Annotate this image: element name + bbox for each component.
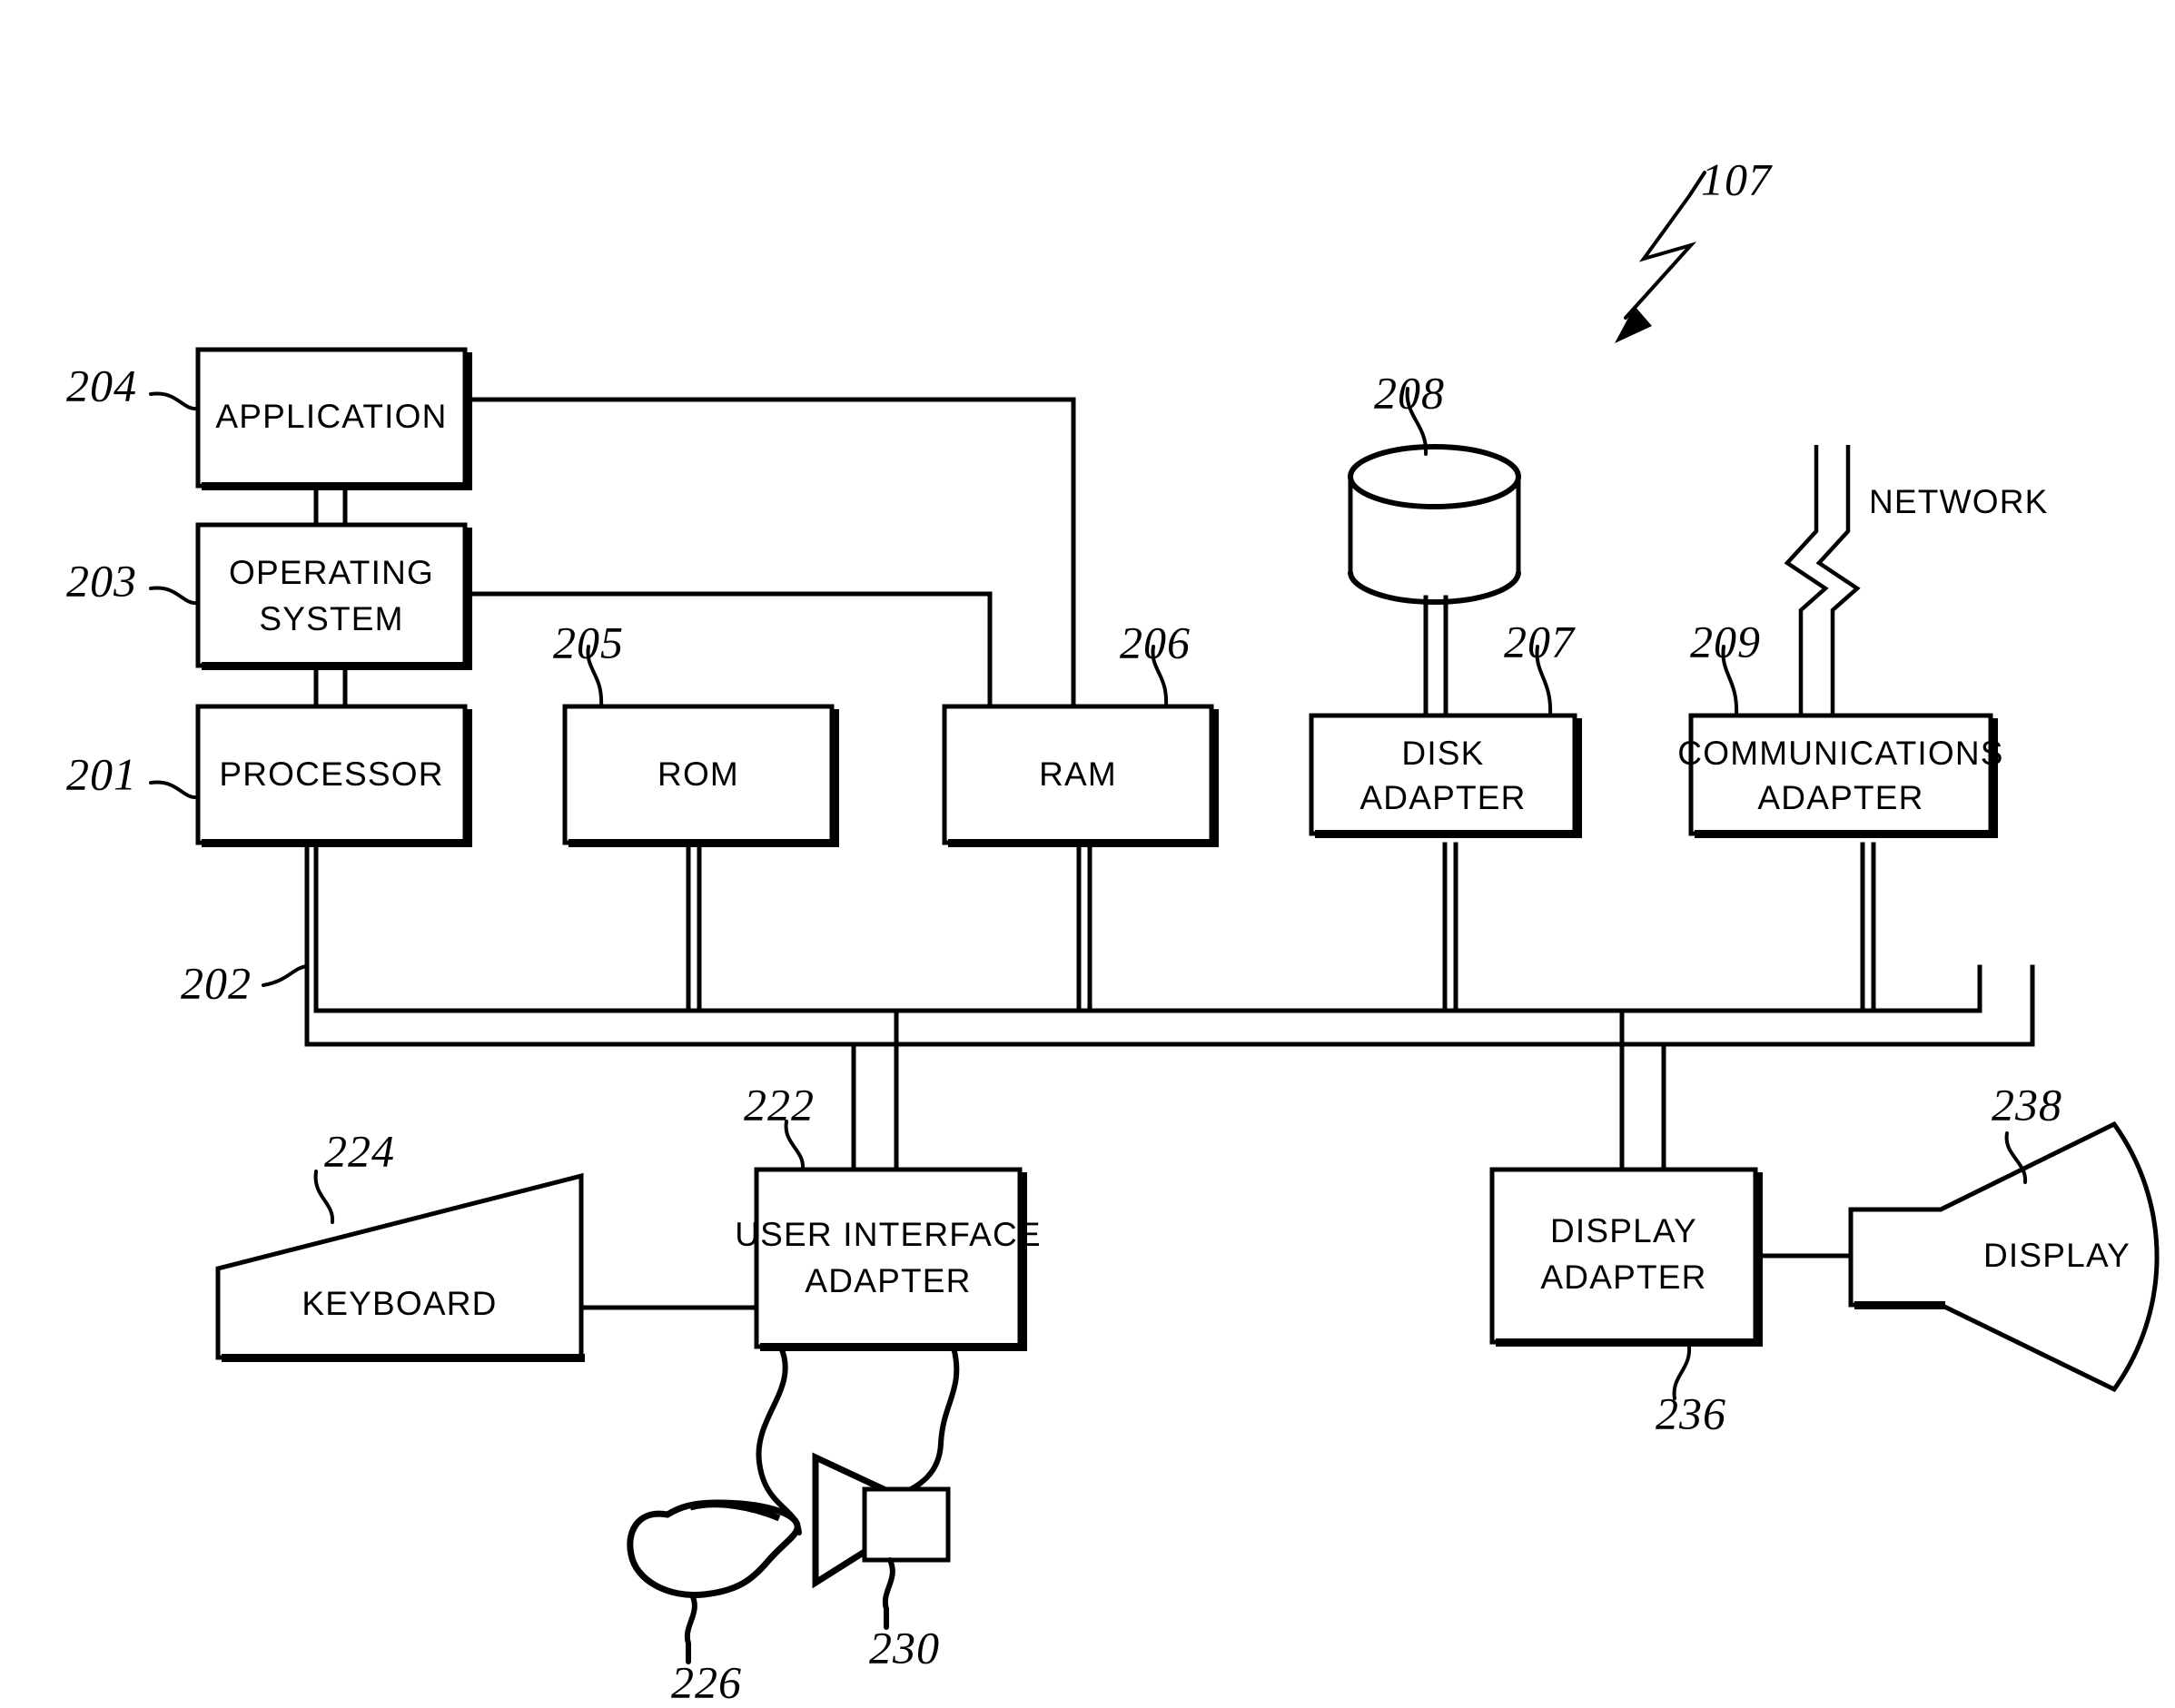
ref-202: 202	[181, 957, 252, 1008]
block-diagram-svg: NETWORK APPLICATION OPERATING SYSTEM PRO…	[66, 153, 2160, 1707]
operating-system-block[interactable]	[195, 522, 468, 668]
operating-system-label-line2: SYSTEM	[259, 600, 403, 637]
speaker-symbol-group	[812, 1345, 960, 1630]
ref-226: 226	[671, 1656, 742, 1707]
system-bus	[304, 964, 2035, 1047]
keyboard-label: KEYBOARD	[302, 1285, 497, 1322]
bus-drop-lines	[304, 842, 1876, 1047]
bus-down-lines	[851, 1008, 1666, 1183]
disk-adapter-label-line2: ADAPTER	[1359, 779, 1526, 816]
ref-236: 236	[1656, 1387, 1726, 1438]
os-ram-wire	[462, 591, 993, 709]
user-interface-adapter-block-group	[754, 1167, 1027, 1351]
communications-adapter-label-line2: ADAPTER	[1757, 779, 1923, 816]
ref-222: 222	[744, 1079, 815, 1130]
ram-label: RAM	[1039, 755, 1117, 793]
display-adapter-label-line1: DISPLAY	[1550, 1212, 1697, 1249]
system-pointer-arrow	[1615, 194, 1697, 343]
keyboard-shape[interactable]	[215, 1172, 584, 1360]
ref-238: 238	[1992, 1079, 2062, 1130]
ref-206: 206	[1120, 617, 1191, 667]
user-interface-adapter-label-line2: ADAPTER	[805, 1262, 971, 1299]
ref-209: 209	[1690, 616, 1761, 666]
ref-224: 224	[324, 1125, 395, 1176]
ref-204: 204	[66, 360, 137, 410]
operating-system-label-line1: OPERATING	[229, 554, 434, 591]
network-connection	[1784, 445, 1861, 716]
keyboard-symbol-group	[215, 1172, 759, 1362]
ref-207: 207	[1504, 616, 1576, 666]
patent-figure-canvas: NETWORK APPLICATION OPERATING SYSTEM PRO…	[0, 0, 2175, 1708]
disk-adapter-label-line1: DISK	[1401, 735, 1484, 772]
application-label: APPLICATION	[215, 398, 447, 435]
user-interface-adapter-block[interactable]	[754, 1167, 1023, 1349]
application-os-link	[313, 483, 348, 528]
user-interface-adapter-label-line1: USER INTERFACE	[735, 1216, 1042, 1253]
display-adapter-block[interactable]	[1489, 1167, 1758, 1345]
speaker-ref-leader	[882, 1557, 895, 1630]
communications-adapter-label-line1: COMMUNICATIONS	[1677, 735, 2003, 772]
speaker-cable	[895, 1345, 960, 1499]
display-adapter-label-line2: ADAPTER	[1540, 1259, 1706, 1296]
processor-label: PROCESSOR	[219, 755, 443, 793]
ref-230: 230	[869, 1622, 940, 1673]
ref-107: 107	[1701, 153, 1773, 204]
mouse-symbol-group	[627, 1345, 802, 1664]
ref-201: 201	[66, 748, 137, 799]
display-label: DISPLAY	[1983, 1237, 2131, 1274]
rom-label: ROM	[657, 755, 739, 793]
disk-drive-symbol	[1348, 444, 1521, 718]
ref-205: 205	[553, 617, 624, 667]
ref-208: 208	[1374, 367, 1445, 418]
mouse-ref-leader	[684, 1592, 697, 1664]
operating-system-block-group	[195, 522, 472, 670]
os-processor-link	[313, 663, 348, 709]
network-label: NETWORK	[1869, 483, 2049, 520]
ref-203: 203	[66, 555, 137, 606]
speaker-body[interactable]	[862, 1486, 951, 1563]
